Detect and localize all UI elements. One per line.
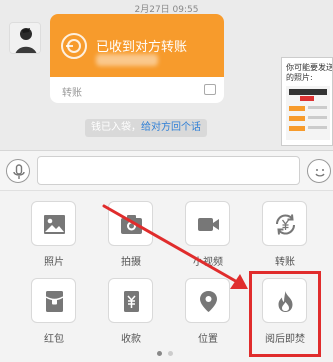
transfer-received-icon (61, 33, 87, 59)
transfer-bubble-header: 已收到对方转账 (50, 14, 224, 77)
message-input[interactable] (37, 156, 300, 185)
contact-avatar[interactable] (9, 22, 41, 54)
short-video-label: 小视频 (193, 257, 223, 268)
red-packet-icon (45, 291, 64, 312)
page-indicator[interactable] (155, 351, 179, 357)
video-icon (198, 218, 219, 231)
emoji-button[interactable] (307, 159, 331, 183)
transfer-label: 转账 (275, 257, 295, 268)
location-button[interactable] (185, 278, 230, 323)
camera-label: 拍摄 (121, 257, 141, 268)
system-message-text: 钱已入袋， (91, 122, 141, 133)
receive-money-label: 收款 (121, 334, 141, 345)
location-icon (200, 291, 217, 312)
microphone-icon (13, 164, 25, 179)
photo-icon (44, 215, 65, 234)
transfer-icon (275, 214, 296, 235)
voice-input-button[interactable] (6, 159, 30, 183)
highlight-box (249, 271, 321, 357)
red-packet-label: 红包 (44, 334, 64, 345)
receive-money-icon (124, 291, 139, 312)
page-dot (168, 351, 173, 356)
reply-link[interactable]: 给对方回个话 (141, 122, 201, 133)
page-dot-active (157, 351, 162, 356)
transfer-footer-label: 转账 (62, 88, 82, 99)
smiley-icon (315, 169, 325, 177)
transfer-status-text: 已收到对方转账 (96, 40, 188, 55)
suggested-photo-text: 你可能要发送的照片: (286, 63, 333, 82)
receive-money-button[interactable] (108, 278, 153, 323)
suggested-photo-popup[interactable]: 你可能要发送的照片: (281, 57, 333, 146)
location-label: 位置 (198, 334, 218, 345)
system-message: 钱已入袋，给对方回个话 (85, 119, 207, 137)
red-packet-button[interactable] (31, 278, 76, 323)
camera-button[interactable] (108, 201, 153, 246)
person-silhouette-icon (10, 23, 40, 53)
short-video-button[interactable] (185, 201, 230, 246)
blurred-amount (96, 54, 158, 66)
chat-screen: 2月27日 09:55 已收到对方转账 转账 钱已入袋，给对方回个话 你可能要发… (0, 0, 333, 362)
camera-icon (121, 215, 142, 234)
screenshot-thumbnail-image (286, 86, 330, 140)
photo-button[interactable] (31, 201, 76, 246)
photo-label: 照片 (44, 257, 64, 268)
message-list[interactable]: 2月27日 09:55 已收到对方转账 转账 钱已入袋，给对方回个话 你可能要发… (0, 0, 333, 150)
transfer-button[interactable] (262, 201, 307, 246)
suggested-photo-thumbnail[interactable] (286, 86, 330, 140)
transfer-message-bubble[interactable]: 已收到对方转账 转账 (50, 14, 224, 103)
input-bar (0, 150, 333, 190)
app-badge-icon (204, 84, 216, 95)
